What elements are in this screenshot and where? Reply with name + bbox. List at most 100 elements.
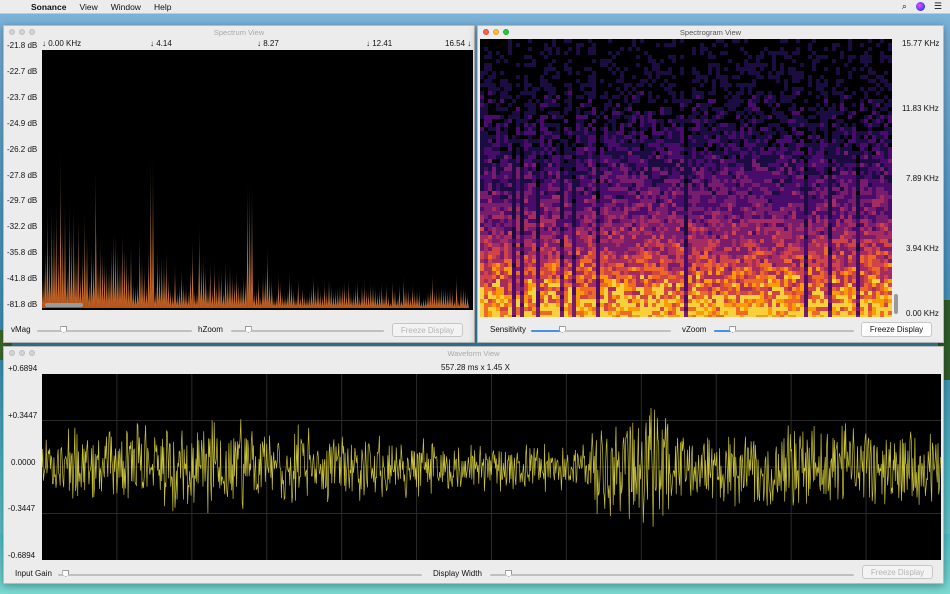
- spectrogram-cell: [616, 55, 620, 59]
- spectrogram-cell: [644, 143, 648, 147]
- spectrogram-cell: [652, 47, 656, 51]
- spectrogram-cell: [692, 171, 696, 175]
- spectrogram-cell: [580, 263, 584, 267]
- spectrogram-cell: [552, 311, 556, 315]
- spectrum-titlebar[interactable]: Spectrum View: [4, 26, 474, 38]
- close-button[interactable]: [9, 29, 15, 35]
- spectrogram-cell: [508, 47, 512, 51]
- hzoom-slider[interactable]: [231, 330, 384, 332]
- spectrogram-cell: [536, 119, 540, 123]
- spectrogram-plot[interactable]: [480, 39, 892, 319]
- notification-center-icon[interactable]: ☰: [934, 1, 942, 12]
- spectrogram-cell: [788, 211, 792, 215]
- db-label: -27.8 dB: [7, 170, 38, 180]
- spectrogram-cell: [768, 219, 772, 223]
- menu-view[interactable]: View: [79, 2, 97, 12]
- spectrogram-cell: [652, 255, 656, 259]
- spectrogram-cell: [668, 291, 672, 295]
- spectrum-peak: [133, 283, 137, 308]
- spectrogram-cell: [724, 75, 728, 79]
- spectrogram-cell: [540, 271, 544, 275]
- spectrogram-cell: [572, 311, 576, 315]
- spectrogram-cell: [564, 291, 568, 295]
- spectrogram-titlebar[interactable]: Spectrogram View: [478, 26, 943, 38]
- spectrogram-cell: [532, 199, 536, 203]
- spectrogram-cell: [520, 283, 524, 287]
- spectrogram-cell: [756, 259, 760, 263]
- spectrogram-cell: [668, 143, 672, 147]
- spectrogram-cell: [680, 151, 684, 155]
- spectrogram-cell: [640, 243, 644, 247]
- vmag-slider[interactable]: [37, 330, 192, 332]
- spectrogram-cell: [668, 131, 672, 135]
- minimize-button[interactable]: [19, 29, 25, 35]
- spectrogram-cell: [528, 231, 532, 235]
- spectrogram-cell: [548, 47, 552, 51]
- spectrum-freeze-display-button[interactable]: Freeze Display: [392, 323, 463, 337]
- zoom-button[interactable]: [29, 29, 35, 35]
- spectrogram-cell: [656, 303, 660, 307]
- siri-icon[interactable]: [915, 2, 925, 11]
- menu-window[interactable]: Window: [111, 2, 141, 12]
- spotlight-search-icon[interactable]: ⌕: [902, 1, 907, 12]
- spectrogram-cell: [528, 147, 532, 151]
- spectrogram-cell: [684, 311, 688, 315]
- spectrogram-cell: [516, 83, 520, 87]
- spectrogram-cell: [596, 275, 600, 279]
- spectrogram-cell: [624, 227, 628, 231]
- spectrogram-cell: [756, 143, 760, 147]
- spectrogram-cell: [668, 183, 672, 187]
- spectrogram-cell: [488, 139, 492, 143]
- spectrogram-cell: [668, 311, 672, 315]
- spectrogram-cell: [796, 311, 800, 315]
- spectrogram-cell: [748, 83, 752, 87]
- spectrogram-cell: [780, 235, 784, 239]
- spectrogram-cell: [596, 159, 600, 163]
- spectrogram-cell: [668, 135, 672, 139]
- spectrogram-cell: [612, 295, 616, 299]
- spectrogram-cell: [804, 207, 808, 211]
- menu-help[interactable]: Help: [154, 2, 171, 12]
- spectrogram-cell: [712, 135, 716, 139]
- spectrogram-cell: [580, 83, 584, 87]
- spectrogram-cell: [628, 251, 632, 255]
- minimize-button[interactable]: [493, 29, 499, 35]
- close-button[interactable]: [483, 29, 489, 35]
- spectrogram-cell: [712, 39, 716, 43]
- spectrogram-cell: [664, 259, 668, 263]
- spectrogram-cell: [512, 111, 516, 115]
- spectrogram-cell: [500, 295, 504, 299]
- spectrogram-cell: [752, 267, 756, 271]
- spectrogram-cell: [664, 111, 668, 115]
- spectrogram-cell: [700, 123, 704, 127]
- spectrum-peak: [296, 277, 300, 308]
- spectrogram-cell: [668, 163, 672, 167]
- spectrogram-cell: [792, 147, 796, 151]
- spectrogram-cell: [592, 51, 596, 55]
- menu-app-name[interactable]: Sonance: [31, 2, 66, 12]
- zoom-button[interactable]: [503, 29, 509, 35]
- spectrum-peak: [213, 261, 217, 308]
- spectrogram-cell: [648, 267, 652, 271]
- spectrum-horizontal-scrollbar[interactable]: [45, 303, 83, 307]
- spectrogram-cell: [688, 231, 692, 235]
- spectrogram-cell: [696, 171, 700, 175]
- spectrogram-cell: [796, 211, 800, 215]
- spectrum-peak: [63, 195, 67, 308]
- spectrogram-cell: [576, 127, 580, 131]
- spectrogram-cell: [580, 43, 584, 47]
- spectrogram-cell: [768, 123, 772, 127]
- spectrogram-cell: [712, 215, 716, 219]
- spectrum-peak: [353, 284, 357, 308]
- spectrogram-cell: [648, 159, 652, 163]
- spectrogram-cell: [492, 279, 496, 283]
- spectrogram-cell: [552, 115, 556, 119]
- spectrum-plot[interactable]: [41, 50, 473, 310]
- spectrogram-cell: [668, 303, 672, 307]
- spectrogram-cell: [552, 187, 556, 191]
- spectrogram-cell: [744, 207, 748, 211]
- spectrogram-cell: [648, 203, 652, 207]
- spectrogram-cell: [648, 163, 652, 167]
- spectrogram-cell: [656, 195, 660, 199]
- spectrogram-cell: [652, 131, 656, 135]
